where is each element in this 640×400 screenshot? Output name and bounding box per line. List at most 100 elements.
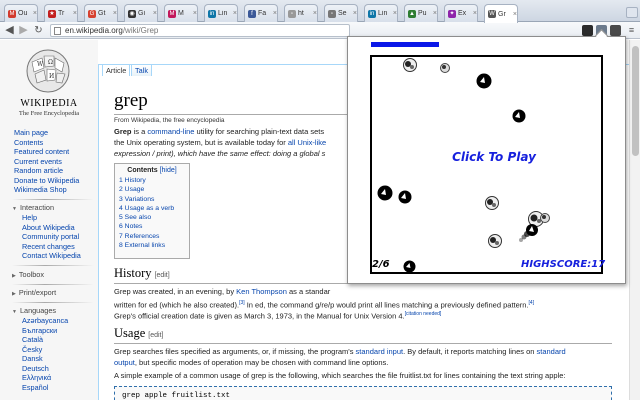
tab-close-icon[interactable]: × bbox=[113, 10, 117, 17]
link-ken-thompson[interactable]: Ken Thompson bbox=[236, 287, 287, 296]
citation[interactable]: [4] bbox=[529, 300, 535, 306]
sidebar-lang-item[interactable]: Català bbox=[22, 335, 43, 344]
browser-tab[interactable]: in Lin × bbox=[204, 4, 238, 22]
browser-tab[interactable]: ▫ Se × bbox=[324, 4, 358, 22]
new-tab-button[interactable] bbox=[626, 7, 638, 18]
toc-item[interactable]: 8 External links bbox=[119, 241, 185, 250]
toc-item[interactable]: 1 History bbox=[119, 176, 185, 185]
sidebar-lang-item[interactable]: Česky bbox=[22, 345, 42, 354]
tab-close-icon[interactable]: × bbox=[473, 10, 477, 17]
sidebar-item-community[interactable]: Community portal bbox=[22, 232, 79, 241]
citation-needed[interactable]: [citation needed] bbox=[405, 311, 442, 317]
tab-close-icon[interactable]: × bbox=[273, 10, 277, 17]
link-standard-output[interactable]: standard bbox=[537, 347, 566, 356]
sidebar-section-print[interactable]: ▶ Print/export bbox=[12, 288, 56, 297]
tab-close-icon[interactable]: × bbox=[73, 10, 77, 17]
link-command-line[interactable]: command-line bbox=[147, 127, 194, 136]
toc-item[interactable]: 2 Usage bbox=[119, 185, 185, 194]
browser-tab[interactable]: ▲ Pu × bbox=[404, 4, 438, 22]
address-bar[interactable]: en.wikipedia.org/wiki/Grep bbox=[50, 24, 350, 37]
browser-tab[interactable]: W Gr × bbox=[484, 4, 518, 23]
sidebar-item-about[interactable]: About Wikipedia bbox=[22, 223, 75, 232]
expand-triangle-icon: ▶ bbox=[12, 291, 16, 297]
sidebar-item-contact[interactable]: Contact Wikipedia bbox=[22, 251, 81, 260]
browser-tab[interactable]: f Fa × bbox=[244, 4, 278, 22]
sidebar-lang-item[interactable]: Dansk bbox=[22, 354, 43, 363]
sidebar-lang-item[interactable]: Español bbox=[22, 383, 48, 392]
tab-label: Pu bbox=[418, 10, 427, 17]
link-unix-like[interactable]: all Unix-like bbox=[288, 138, 326, 147]
sidebar-item-donate[interactable]: Donate to Wikipedia bbox=[14, 176, 79, 185]
sidebar-section-languages[interactable]: ▼ Languages bbox=[12, 306, 56, 315]
tab-article[interactable]: Article bbox=[102, 64, 131, 76]
sidebar-item-random[interactable]: Random article bbox=[14, 166, 63, 175]
level-counter: 2/6 bbox=[372, 259, 390, 270]
sidebar-lang-item[interactable]: Deutsch bbox=[22, 364, 49, 373]
toc-item[interactable]: 7 References bbox=[119, 232, 185, 241]
sidebar-section-interaction[interactable]: ▼ Interaction bbox=[12, 203, 54, 212]
sidebar-item-contents[interactable]: Contents bbox=[14, 138, 43, 147]
sidebar-lang-item[interactable]: Azərbaycanca bbox=[22, 316, 68, 325]
wrench-menu-icon[interactable]: ≡ bbox=[625, 24, 638, 37]
browser-tab[interactable]: G Gt × bbox=[84, 4, 118, 22]
game-extension-icon[interactable] bbox=[610, 25, 621, 36]
link-standard-input[interactable]: standard input bbox=[356, 347, 404, 356]
edit-link[interactable]: [edit] bbox=[155, 272, 170, 279]
link-output[interactable]: output bbox=[114, 358, 135, 367]
tab-close-icon[interactable]: × bbox=[393, 10, 397, 17]
tab-label: Gt bbox=[98, 10, 106, 17]
browser-tab[interactable]: ▫ ht × bbox=[284, 4, 318, 22]
sidebar-divider bbox=[12, 265, 94, 266]
sidebar-item-featured[interactable]: Featured content bbox=[14, 147, 69, 156]
reload-icon[interactable]: ↻ bbox=[32, 24, 45, 37]
tab-favicon-icon: ▫ bbox=[288, 9, 296, 18]
forward-icon[interactable]: ▶ bbox=[17, 24, 30, 37]
tab-close-icon[interactable]: × bbox=[233, 10, 237, 17]
toc-item[interactable]: 4 Usage as a verb bbox=[119, 204, 185, 213]
page-scrollbar[interactable] bbox=[629, 40, 640, 400]
scrollbar-thumb[interactable] bbox=[632, 46, 639, 156]
sidebar-item-shop[interactable]: Wikimedia Shop bbox=[14, 185, 67, 194]
logo-subtitle: The Free Encyclopedia bbox=[18, 110, 80, 117]
toc-hide-link[interactable]: [hide] bbox=[160, 167, 177, 174]
toc-item[interactable]: 5 See also bbox=[119, 213, 185, 222]
browser-tab[interactable]: in Lin × bbox=[364, 4, 398, 22]
wikipedia-globe-logo[interactable]: W Ω И bbox=[22, 48, 74, 94]
usage-text: , but specific modes of operation may be… bbox=[134, 358, 389, 367]
sidebar-section-toolbox[interactable]: ▶ Toolbox bbox=[12, 270, 44, 279]
sidebar-lang-item[interactable]: Ελληνικά bbox=[22, 373, 51, 382]
tab-close-icon[interactable]: × bbox=[153, 10, 157, 17]
toc-item[interactable]: 3 Variations bbox=[119, 195, 185, 204]
browser-tab[interactable]: ◉ Gi × bbox=[124, 4, 158, 22]
tab-close-icon[interactable]: × bbox=[193, 10, 197, 17]
enemy-ball-icon bbox=[398, 190, 412, 204]
edit-link[interactable]: [edit] bbox=[148, 332, 163, 339]
sidebar-lang-item[interactable]: Български bbox=[22, 326, 57, 335]
back-icon[interactable]: ◀ bbox=[3, 24, 16, 37]
browser-tab[interactable]: ★ Tr × bbox=[44, 4, 78, 22]
sidebar-item-main-page[interactable]: Main page bbox=[14, 128, 48, 137]
tab-close-icon[interactable]: × bbox=[353, 10, 357, 17]
heading-usage: Usage [edit] bbox=[114, 326, 163, 341]
tab-label: Lin bbox=[378, 10, 388, 17]
sidebar-item-recent-changes[interactable]: Recent changes bbox=[22, 242, 75, 251]
tab-close-icon[interactable]: × bbox=[313, 10, 317, 17]
tab-close-icon[interactable]: × bbox=[433, 10, 437, 17]
toc-item[interactable]: 6 Notes bbox=[119, 222, 185, 231]
section-label: Interaction bbox=[19, 203, 55, 212]
sidebar-item-help[interactable]: Help bbox=[22, 213, 37, 222]
tab-talk[interactable]: Talk bbox=[131, 64, 152, 76]
extension-icon[interactable] bbox=[582, 25, 593, 36]
tab-favicon-icon: M bbox=[8, 9, 16, 18]
sidebar-item-current-events[interactable]: Current events bbox=[14, 157, 62, 166]
svg-text:Ω: Ω bbox=[48, 59, 53, 66]
click-to-play-label[interactable]: Click To Play bbox=[438, 150, 550, 164]
tab-close-icon[interactable]: × bbox=[33, 10, 37, 17]
browser-tab[interactable]: M M × bbox=[164, 4, 198, 22]
enemy-ball-icon bbox=[403, 58, 417, 72]
tab-strip: M Ou × ★ Tr × G Gt × ◉ Gi × M M × in Lin × f Fa × ▫ ht × ▫ Se × in L… bbox=[0, 0, 640, 23]
browser-tab[interactable]: ✦ Ex × bbox=[444, 4, 478, 22]
tab-close-icon[interactable]: × bbox=[513, 11, 517, 18]
tab-favicon-icon: ✦ bbox=[448, 9, 456, 18]
browser-tab[interactable]: M Ou × bbox=[4, 4, 38, 22]
